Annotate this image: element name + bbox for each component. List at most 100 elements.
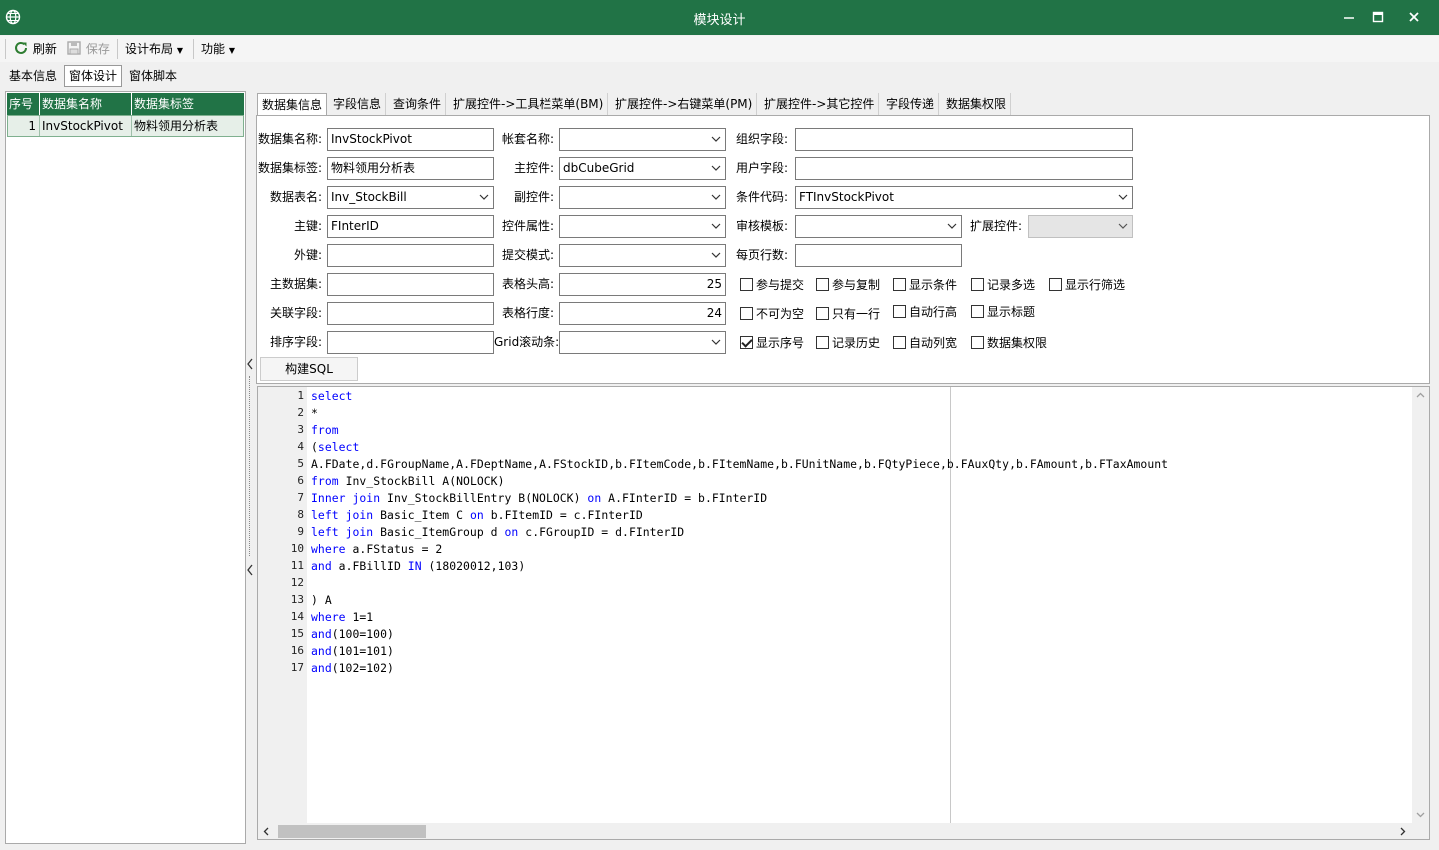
column-header-name[interactable]: 数据集名称: [40, 93, 132, 115]
checkbox-label: 记录多选: [987, 278, 1036, 292]
code-line: and a.FBillID IN (18020012,103): [311, 559, 526, 573]
tab-form-design[interactable]: 窗体设计: [64, 65, 123, 87]
tab-dataset-info[interactable]: 数据集信息: [257, 93, 328, 116]
foreign-key-field[interactable]: [327, 244, 494, 267]
tab-dataset-permissions[interactable]: 数据集权限: [942, 93, 1012, 115]
checkbox-dataset-permission[interactable]: 数据集权限: [971, 335, 1047, 351]
dataset-label-field[interactable]: 物料领用分析表: [327, 157, 494, 180]
toolbar: 刷新 保存 设计布局 ▼ 功能 ▼: [0, 36, 1439, 62]
design-layout-menu[interactable]: 设计布局 ▼: [125, 40, 183, 58]
refresh-icon: [15, 41, 27, 54]
checkbox-auto-row-height[interactable]: 自动行高: [893, 304, 957, 320]
ext-control-select[interactable]: [1028, 215, 1133, 238]
control-props-select[interactable]: [559, 215, 726, 238]
line-number: 8: [297, 508, 304, 521]
line-number: 1: [297, 389, 304, 402]
main-control-label: 主控件:: [513, 161, 554, 175]
table-name-select[interactable]: Inv_StockBill: [327, 186, 494, 209]
table-name-value: Inv_StockBill: [331, 190, 407, 204]
design-layout-label: 设计布局: [125, 42, 174, 56]
checkbox-show-conditions[interactable]: 显示条件: [893, 277, 957, 293]
row-height-field[interactable]: 24: [559, 302, 726, 325]
horizontal-scrollbar[interactable]: [258, 823, 1429, 839]
checkbox-participate-submit[interactable]: 参与提交: [740, 277, 804, 293]
submit-mode-select[interactable]: [559, 244, 726, 267]
checkbox-not-null[interactable]: 不可为空: [740, 306, 804, 322]
dataset-list: 序号 数据集名称 数据集标签 1 InvStockPivot 物料领用分析表: [5, 91, 246, 844]
code-line: left join Basic_Item C on b.FItemID = c.…: [311, 508, 643, 522]
horizontal-scroll-thumb[interactable]: [278, 825, 426, 838]
tab-ext-toolbar-menu[interactable]: 扩展控件->工具栏菜单(BM): [449, 93, 609, 115]
code-line: select: [311, 389, 353, 403]
page-rows-field[interactable]: [795, 244, 962, 267]
grid-scroll-select[interactable]: [559, 331, 726, 354]
checkbox-box: [740, 278, 753, 291]
tab-ext-context-menu[interactable]: 扩展控件->右键菜单(PM): [611, 93, 758, 115]
checkbox-multi-select[interactable]: 记录多选: [971, 277, 1035, 293]
build-sql-button[interactable]: 构建SQL: [260, 357, 358, 381]
tab-form-script[interactable]: 窗体脚本: [124, 65, 182, 87]
checkbox-record-history[interactable]: 记录历史: [816, 335, 880, 351]
table-row[interactable]: 1 InvStockPivot 物料领用分析表: [7, 115, 244, 137]
checkbox-label: 参与复制: [832, 278, 881, 292]
checkbox-auto-col-width[interactable]: 自动列宽: [893, 335, 957, 351]
condition-code-label: 条件代码:: [735, 190, 788, 204]
audit-template-select[interactable]: [795, 215, 962, 238]
panel-splitter[interactable]: [246, 350, 254, 580]
checkbox-show-title[interactable]: 显示标题: [971, 304, 1035, 320]
splitter-grip: [249, 376, 250, 556]
sub-control-select[interactable]: [559, 186, 726, 209]
line-number: 15: [290, 627, 304, 640]
checkbox-label: 记录历史: [832, 336, 881, 350]
master-dataset-field[interactable]: [327, 273, 494, 296]
checkbox-show-row-number[interactable]: 显示序号: [740, 335, 804, 351]
main-control-select[interactable]: dbCubeGrid: [559, 157, 726, 180]
org-field-field[interactable]: [795, 128, 1133, 151]
header-height-field[interactable]: 25: [559, 273, 726, 296]
page-rows-label: 每页行数:: [735, 248, 788, 262]
chevron-down-icon: [711, 194, 721, 200]
tab-field-info[interactable]: 字段信息: [329, 93, 387, 115]
user-field-field[interactable]: [795, 157, 1133, 180]
primary-key-field[interactable]: FInterID: [327, 215, 494, 238]
column-header-index[interactable]: 序号: [7, 93, 40, 115]
functions-label: 功能: [201, 42, 226, 56]
tab-query-conditions[interactable]: 查询条件: [389, 93, 447, 115]
dataset-name-label: 数据集名称:: [258, 132, 323, 146]
account-name-select[interactable]: [559, 128, 726, 151]
condition-code-value: FTInvStockPivot: [799, 190, 894, 204]
checkbox-single-row[interactable]: 只有一行: [816, 306, 880, 322]
close-button[interactable]: [1397, 0, 1431, 35]
line-number: 10: [290, 542, 304, 555]
maximize-button[interactable]: [1361, 0, 1395, 35]
checkbox-box: [971, 305, 984, 318]
chevron-down-icon: [711, 339, 721, 345]
column-header-label[interactable]: 数据集标签: [132, 93, 244, 115]
sort-field-field[interactable]: [327, 331, 494, 354]
condition-code-select[interactable]: FTInvStockPivot: [795, 186, 1133, 209]
link-field-field[interactable]: [327, 302, 494, 325]
code-line: *: [311, 406, 318, 420]
chevron-down-icon: [711, 136, 721, 142]
main-control-value: dbCubeGrid: [563, 161, 635, 175]
dataset-name-field[interactable]: InvStockPivot: [327, 128, 494, 151]
line-number: 17: [290, 661, 304, 674]
tab-field-passing[interactable]: 字段传递: [882, 93, 940, 115]
save-button[interactable]: 保存: [66, 40, 110, 58]
code-line: from Inv_StockBill A(NOLOCK): [311, 474, 505, 488]
sub-control-label: 副控件:: [513, 190, 554, 204]
checkbox-row-filter[interactable]: 显示行筛选: [1049, 277, 1125, 293]
checkbox-box: [740, 307, 753, 320]
primary-key-label: 主键:: [293, 219, 322, 233]
tab-ext-other-controls[interactable]: 扩展控件->其它控件: [760, 93, 880, 115]
vertical-scrollbar[interactable]: [1412, 387, 1429, 823]
tab-basic-info[interactable]: 基本信息: [4, 65, 62, 87]
save-icon: [67, 41, 81, 55]
checkbox-participate-copy[interactable]: 参与复制: [816, 277, 880, 293]
refresh-button[interactable]: 刷新: [13, 40, 57, 58]
org-field-label: 组织字段:: [735, 132, 788, 146]
audit-template-label: 审核模板:: [735, 219, 788, 233]
line-number: 7: [297, 491, 304, 504]
functions-menu[interactable]: 功能 ▼: [201, 40, 235, 58]
sql-editor[interactable]: 1 2 3 4 5 6 7 8 9 10 11 12 13 14 15 16 17 select * from (se…: [257, 386, 1430, 840]
